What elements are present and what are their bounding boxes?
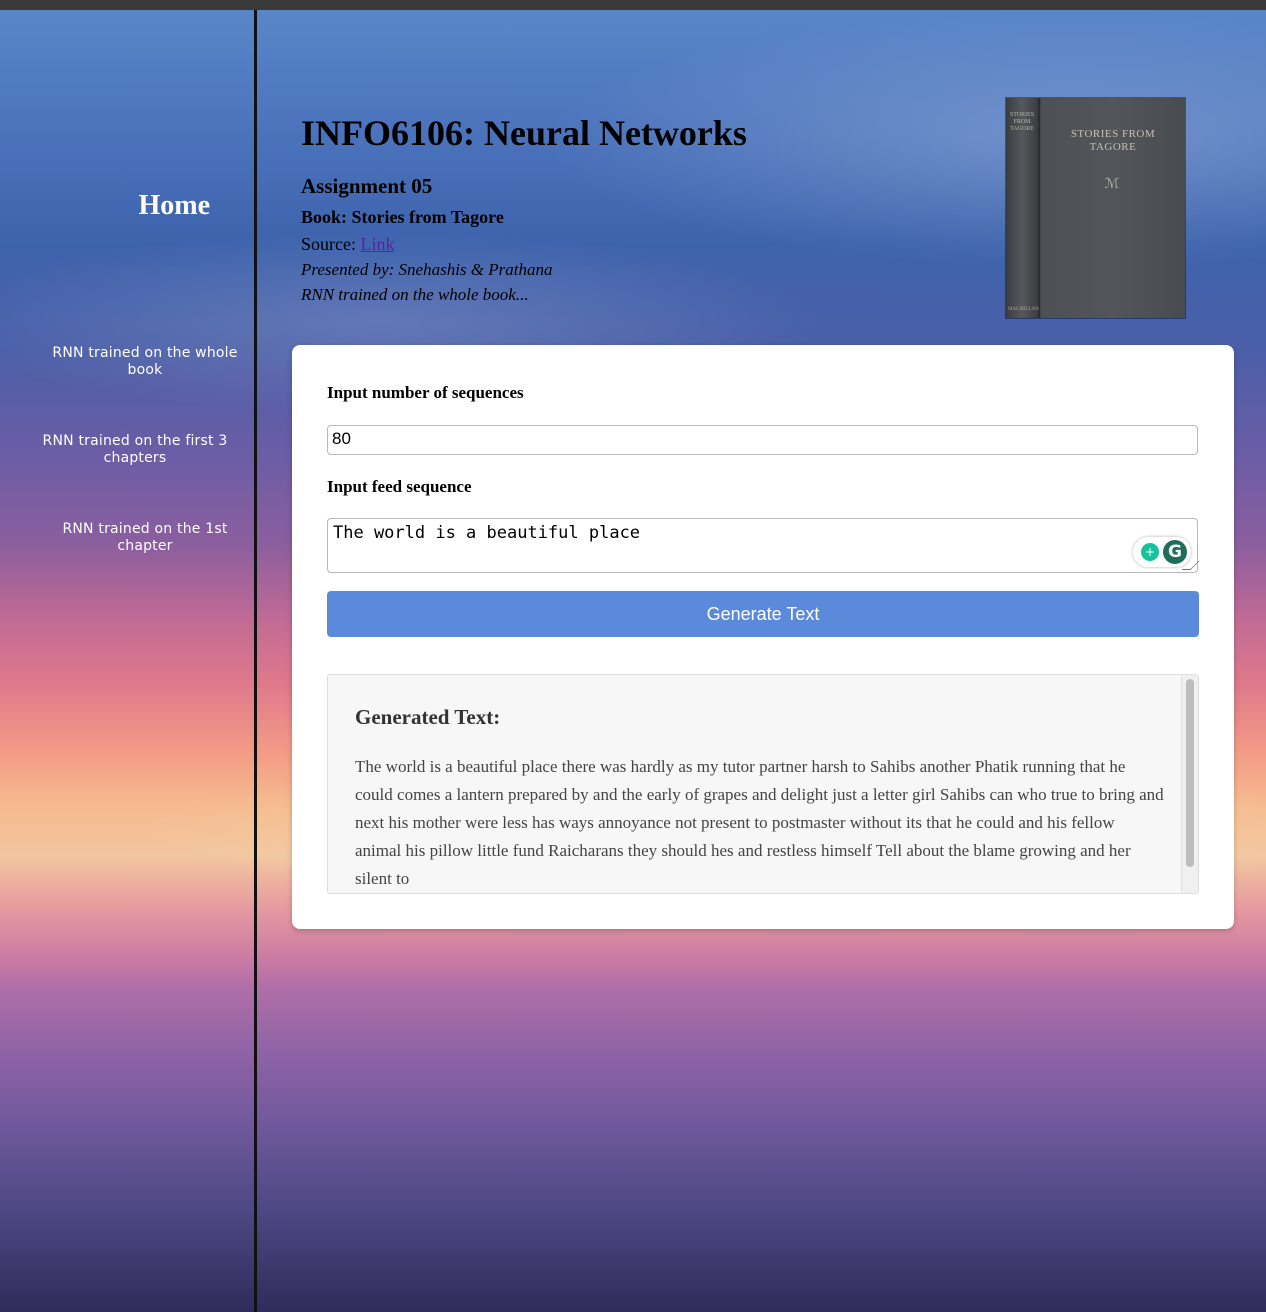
num-sequences-input[interactable]: 80 — [327, 425, 1198, 455]
source-line: Source: Link — [301, 234, 747, 255]
grammarly-badge[interactable]: + G — [1133, 537, 1191, 567]
book-cover-image: STORIES FROM TAGORE MACMILLAN STORIES FR… — [1006, 98, 1185, 318]
page-header: INFO6106: Neural Networks Assignment 05 … — [301, 112, 747, 305]
source-link[interactable]: Link — [360, 234, 394, 254]
monogram-icon: ℳ — [1104, 177, 1120, 192]
feed-sequence-textarea[interactable]: The world is a beautiful place + G — [327, 518, 1200, 573]
sidebar-item-1st-chapter[interactable]: RNN trained on the 1st chapter — [40, 521, 250, 555]
grammarly-icon[interactable]: G — [1163, 540, 1187, 564]
book-spine: STORIES FROM TAGORE MACMILLAN — [1006, 98, 1040, 318]
generated-output-panel: Generated Text: The world is a beautiful… — [327, 674, 1199, 894]
book-title: Book: Stories from Tagore — [301, 207, 504, 227]
sidebar: Home RNN trained on the whole book RNN t… — [0, 10, 257, 1312]
generated-text-heading: Generated Text: — [355, 705, 501, 729]
generator-card: Input number of sequences 80 Input feed … — [292, 345, 1234, 929]
browser-top-bar — [0, 0, 1266, 10]
sidebar-item-first-3-chapters[interactable]: RNN trained on the first 3 chapters — [30, 433, 240, 467]
page-title: INFO6106: Neural Networks — [301, 113, 747, 153]
feed-sequence-value: The world is a beautiful place — [333, 523, 641, 543]
source-label: Source: — [301, 234, 361, 254]
model-description: RNN trained on the whole book... — [301, 285, 529, 304]
home-link[interactable]: Home — [0, 190, 254, 222]
output-scrollbar[interactable] — [1181, 675, 1198, 893]
lightbulb-icon[interactable]: + — [1141, 543, 1159, 561]
sidebar-item-whole-book[interactable]: RNN trained on the whole book — [40, 345, 250, 379]
assignment-title: Assignment 05 — [301, 174, 433, 198]
generated-text-body: The world is a beautiful place there was… — [355, 757, 1164, 888]
spine-title: STORIES FROM TAGORE — [1009, 112, 1035, 132]
num-sequences-label: Input number of sequences — [327, 383, 524, 402]
cover-title: STORIES FROM TAGORE — [1070, 128, 1156, 153]
scrollbar-thumb[interactable] — [1186, 679, 1194, 867]
spine-publisher: MACMILLAN — [1008, 307, 1039, 312]
presenters: Presented by: Snehashis & Prathana — [301, 260, 553, 279]
feed-sequence-label: Input feed sequence — [327, 477, 472, 496]
generate-text-button[interactable]: Generate Text — [327, 591, 1199, 637]
